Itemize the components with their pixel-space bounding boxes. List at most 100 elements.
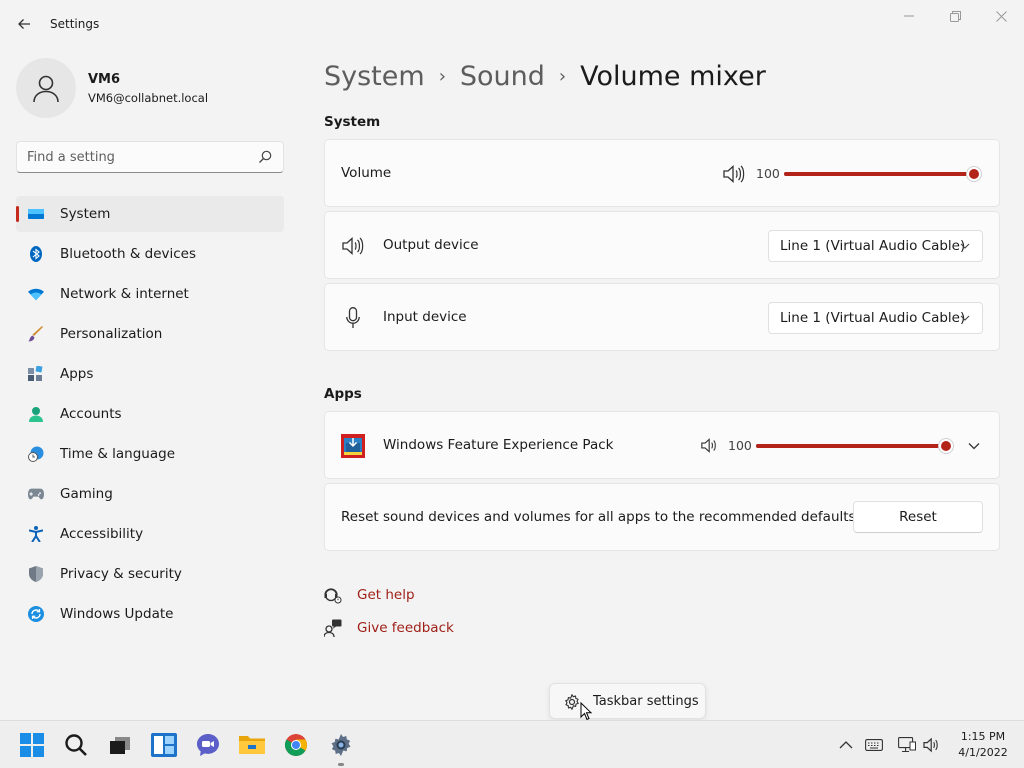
volume-label: Volume (341, 165, 392, 181)
volume-card: Volume 100 (324, 139, 1000, 207)
title-bar: Settings (0, 0, 1024, 48)
minimize-button[interactable] (886, 4, 932, 28)
taskbar-search-button[interactable] (60, 729, 92, 761)
speaker-icon[interactable] (723, 164, 745, 184)
chat-icon (197, 734, 219, 756)
app-volume-value: 100 (728, 438, 752, 453)
help-icon (324, 588, 342, 604)
running-indicator (338, 763, 344, 766)
breadcrumb: System › Sound › Volume mixer (324, 56, 766, 96)
sidebar-item-time-language[interactable]: Time & language (16, 436, 284, 472)
chevron-down-icon[interactable] (968, 440, 980, 452)
clock-globe-icon (28, 446, 44, 462)
reset-button[interactable]: Reset (853, 501, 983, 533)
input-device-label: Input device (383, 309, 467, 325)
search-input[interactable] (27, 148, 247, 166)
sidebar-item-label: Privacy & security (60, 566, 182, 582)
file-explorer-button[interactable] (236, 729, 268, 761)
output-device-dropdown[interactable]: Line 1 (Virtual Audio Cable) (768, 230, 983, 262)
sidebar-nav: System Bluetooth & devices Network & int… (16, 196, 284, 636)
get-help-link[interactable]: Get help (324, 585, 415, 605)
bluetooth-icon (28, 246, 44, 262)
chrome-icon (285, 734, 307, 756)
sidebar-item-label: Windows Update (60, 606, 174, 622)
maximize-button[interactable] (932, 4, 978, 28)
restore-icon (949, 10, 961, 22)
update-icon (28, 606, 44, 622)
output-device-card: Output device Line 1 (Virtual Audio Cabl… (324, 211, 1000, 279)
person-icon (28, 406, 44, 422)
user-icon (33, 75, 59, 103)
breadcrumb-sound[interactable]: Sound (460, 61, 545, 92)
chat-button[interactable] (192, 729, 224, 761)
reset-description: Reset sound devices and volumes for all … (341, 509, 856, 525)
input-device-dropdown[interactable]: Line 1 (Virtual Audio Cable) (768, 302, 983, 334)
get-help-text: Get help (357, 587, 415, 603)
chrome-button[interactable] (280, 729, 312, 761)
settings-taskbar-button[interactable] (325, 729, 357, 761)
avatar[interactable] (16, 58, 76, 118)
feature-pack-app-icon (341, 434, 365, 458)
slider-thumb[interactable] (966, 166, 982, 182)
network-status-button[interactable] (897, 735, 917, 755)
app-volume-card: Windows Feature Experience Pack 100 (324, 411, 1000, 479)
show-hidden-icons-button[interactable] (836, 735, 856, 755)
sidebar-item-label: Accounts (60, 406, 122, 422)
sidebar-item-network[interactable]: Network & internet (16, 276, 284, 312)
search-icon[interactable] (257, 149, 273, 165)
start-button[interactable] (16, 729, 48, 761)
settings-icon (331, 734, 351, 756)
widgets-button[interactable] (148, 729, 180, 761)
app-volume-slider[interactable] (756, 438, 954, 454)
sidebar-item-privacy[interactable]: Privacy & security (16, 556, 284, 592)
close-icon (995, 10, 1007, 22)
slider-fill (784, 172, 974, 176)
apps-icon (28, 366, 44, 382)
back-arrow-icon (18, 19, 30, 29)
volume-slider[interactable] (784, 166, 982, 182)
sidebar-item-personalization[interactable]: Personalization (16, 316, 284, 352)
close-button[interactable] (978, 4, 1024, 28)
slider-thumb[interactable] (938, 438, 954, 454)
task-view-icon (110, 737, 130, 754)
task-view-button[interactable] (104, 729, 136, 761)
sidebar-item-label: Time & language (60, 446, 176, 462)
give-feedback-text: Give feedback (357, 620, 454, 636)
breadcrumb-system[interactable]: System (324, 61, 425, 92)
user-name: VM6 (88, 72, 121, 87)
sidebar-item-label: Network & internet (60, 286, 189, 302)
chevron-up-icon (839, 741, 853, 749)
sidebar-item-apps[interactable]: Apps (16, 356, 284, 392)
output-device-selected: Line 1 (Virtual Audio Cable) (780, 238, 966, 254)
sidebar-item-bluetooth[interactable]: Bluetooth & devices (16, 236, 284, 272)
input-device-card: Input device Line 1 (Virtual Audio Cable… (324, 283, 1000, 351)
sidebar-item-windows-update[interactable]: Windows Update (16, 596, 284, 632)
sidebar-item-accounts[interactable]: Accounts (16, 396, 284, 432)
sidebar-item-system[interactable]: System (16, 196, 284, 232)
speaker-icon (342, 237, 364, 255)
taskbar-settings-menu-item[interactable]: Taskbar settings (549, 683, 706, 719)
settings-window: Settings VM6 VM6@collabnet.local System … (0, 0, 1024, 720)
network-icon (898, 737, 916, 753)
sidebar-item-label: Gaming (60, 486, 113, 502)
taskbar-clock[interactable]: 1:15 PM 4/1/2022 (950, 729, 1016, 761)
back-button[interactable] (10, 10, 38, 38)
speaker-icon[interactable] (701, 437, 719, 454)
volume-value: 100 (756, 166, 780, 181)
sidebar-item-gaming[interactable]: Gaming (16, 476, 284, 512)
sidebar-item-label: Apps (60, 366, 94, 382)
reset-card: Reset sound devices and volumes for all … (324, 483, 1000, 551)
gamepad-icon (28, 486, 44, 502)
feedback-icon (324, 619, 342, 637)
user-email: VM6@collabnet.local (88, 91, 209, 105)
file-explorer-icon (239, 736, 265, 754)
give-feedback-link[interactable]: Give feedback (324, 618, 454, 638)
volume-tray-button[interactable] (922, 735, 942, 755)
slider-fill (756, 444, 946, 448)
search-box[interactable] (16, 141, 284, 173)
start-icon (20, 733, 44, 757)
keyboard-layout-button[interactable] (864, 735, 884, 755)
shield-icon (28, 566, 44, 582)
microphone-icon (346, 307, 360, 328)
sidebar-item-accessibility[interactable]: Accessibility (16, 516, 284, 552)
